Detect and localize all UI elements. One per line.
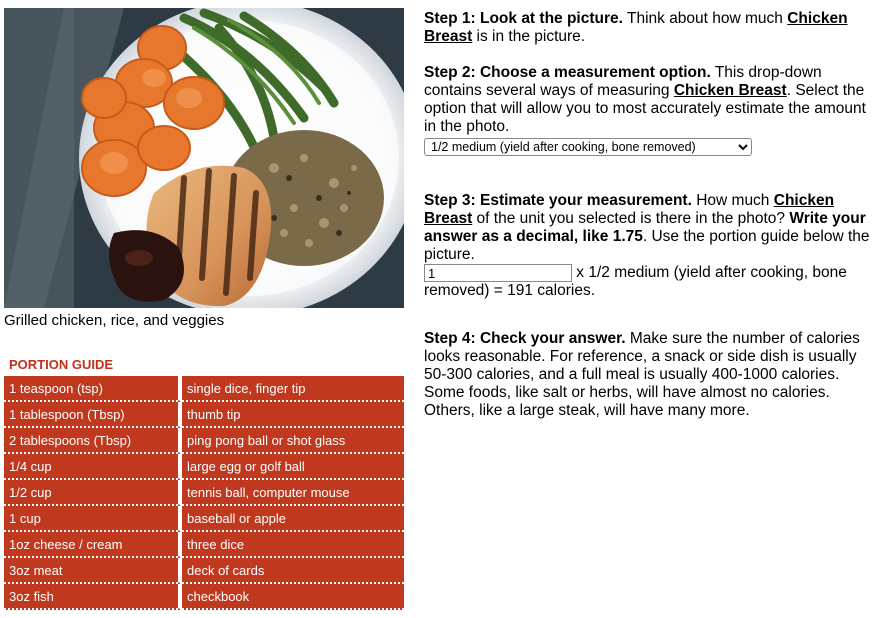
portion-measure: 1 tablespoon (Tbsp)	[4, 402, 182, 428]
step-1-heading: Step 1: Look at the picture.	[424, 10, 623, 27]
portion-comparison: thumb tip	[182, 402, 404, 428]
portion-measure: 1oz cheese / cream	[4, 532, 182, 558]
food-name-link: Chicken Breast	[673, 82, 787, 99]
table-row: 1 tablespoon (Tbsp) thumb tip	[4, 402, 404, 428]
table-row: 3oz meat deck of cards	[4, 558, 404, 584]
food-photo-illustration	[4, 8, 404, 308]
step-2-text: Step 2: Choose a measurement option. Thi…	[424, 64, 876, 136]
portion-measure: 3oz meat	[4, 558, 182, 584]
step-3-answer-line: x 1/2 medium (yield after cooking, bone …	[424, 264, 876, 300]
portion-guide-table: 1 teaspoon (tsp) single dice, finger tip…	[4, 376, 404, 610]
portion-comparison: deck of cards	[182, 558, 404, 584]
step-2-heading: Step 2: Choose a measurement option.	[424, 64, 711, 81]
step-1: Step 1: Look at the picture. Think about…	[424, 10, 876, 46]
table-row: 1/4 cup large egg or golf ball	[4, 454, 404, 480]
table-row: 1 teaspoon (tsp) single dice, finger tip	[4, 376, 404, 402]
photo-caption: Grilled chicken, rice, and veggies	[4, 312, 225, 329]
step-1-text-b: is in the picture.	[472, 28, 586, 45]
portion-measure: 1/4 cup	[4, 454, 182, 480]
step-1-text: Step 1: Look at the picture. Think about…	[424, 10, 876, 46]
portion-measure: 3oz fish	[4, 584, 182, 610]
portion-comparison: three dice	[182, 532, 404, 558]
portion-comparison: single dice, finger tip	[182, 376, 404, 402]
step-3-text-b: of the unit you selected is there in the…	[472, 210, 790, 227]
step-3: Step 3: Estimate your measurement. How m…	[424, 192, 876, 300]
portion-measure: 1 teaspoon (tsp)	[4, 376, 182, 402]
instructions-column: Step 1: Look at the picture. Think about…	[424, 10, 876, 438]
measurement-select[interactable]: 1/2 medium (yield after cooking, bone re…	[424, 138, 752, 156]
step-2: Step 2: Choose a measurement option. Thi…	[424, 64, 876, 156]
portion-measure: 1 cup	[4, 506, 182, 532]
portion-comparison: baseball or apple	[182, 506, 404, 532]
portion-comparison: checkbook	[182, 584, 404, 610]
amount-input[interactable]	[424, 264, 572, 282]
portion-guide: PORTION GUIDE 1 teaspoon (tsp) single di…	[4, 354, 404, 610]
step-4-text: Step 4: Check your answer. Make sure the…	[424, 330, 876, 420]
step-4: Step 4: Check your answer. Make sure the…	[424, 330, 876, 420]
portion-comparison: ping pong ball or shot glass	[182, 428, 404, 454]
left-column: Grilled chicken, rice, and veggies PORTI…	[4, 8, 404, 610]
portion-guide-title: PORTION GUIDE	[9, 357, 114, 372]
table-row: 3oz fish checkbook	[4, 584, 404, 610]
step-4-heading: Step 4: Check your answer.	[424, 330, 626, 348]
portion-measure: 2 tablespoons (Tbsp)	[4, 428, 182, 454]
table-row: 2 tablespoons (Tbsp) ping pong ball or s…	[4, 428, 404, 454]
step-1-text-a: Think about how much	[622, 10, 788, 27]
step-3-text-a: How much	[691, 192, 774, 209]
table-row: 1 cup baseball or apple	[4, 506, 404, 532]
table-row: 1/2 cup tennis ball, computer mouse	[4, 480, 404, 506]
portion-comparison: tennis ball, computer mouse	[182, 480, 404, 506]
food-photo	[4, 8, 404, 308]
portion-comparison: large egg or golf ball	[182, 454, 404, 480]
table-row: 1oz cheese / cream three dice	[4, 532, 404, 558]
step-3-text: Step 3: Estimate your measurement. How m…	[424, 192, 876, 264]
step-3-heading: Step 3: Estimate your measurement.	[424, 192, 692, 209]
portion-measure: 1/2 cup	[4, 480, 182, 506]
